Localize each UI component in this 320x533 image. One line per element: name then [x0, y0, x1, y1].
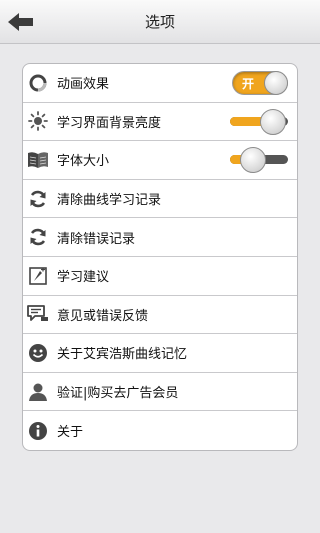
setting-clear-error-records[interactable]: 清除错误记录 [23, 218, 297, 257]
setting-about-ebbinghaus[interactable]: 关于艾宾浩斯曲线记忆 [23, 334, 297, 373]
setting-label: 清除曲线学习记录 [57, 193, 162, 209]
refresh-icon [27, 188, 49, 210]
setting-label: 意见或错误反馈 [57, 308, 149, 324]
sun-icon [27, 110, 49, 132]
setting-label: 关于艾宾浩斯曲线记忆 [57, 347, 188, 363]
setting-clear-curve-records[interactable]: 清除曲线学习记录 [23, 180, 297, 219]
animation-toggle[interactable]: 开 [232, 71, 288, 95]
page-title: 选项 [144, 13, 175, 31]
info-icon [27, 420, 49, 442]
font-size-slider[interactable] [230, 147, 288, 174]
settings-list: 动画效果 开 学习界面背景亮度 字体大小 清除曲线学习记录 清除错误记录 学习建… [22, 63, 298, 451]
setting-study-suggestions[interactable]: 学习建议 [23, 257, 297, 296]
book-icon [27, 149, 49, 171]
brightness-slider[interactable] [230, 108, 288, 135]
setting-label: 学习建议 [57, 270, 110, 286]
setting-label: 验证|购买去广告会员 [57, 386, 179, 402]
refresh-icon [27, 226, 49, 248]
feedback-icon [27, 303, 49, 325]
setting-background-brightness: 学习界面背景亮度 [23, 103, 297, 142]
setting-font-size: 字体大小 [23, 141, 297, 180]
slider-knob[interactable] [260, 108, 287, 135]
setting-about[interactable]: 关于 [23, 411, 297, 450]
setting-label: 字体大小 [57, 154, 110, 170]
slider-knob[interactable] [239, 147, 266, 174]
smiley-icon [27, 342, 49, 364]
toggle-knob [264, 71, 288, 95]
user-icon [27, 381, 49, 403]
toggle-state-text: 开 [242, 77, 255, 91]
setting-label: 关于 [57, 425, 84, 441]
setting-label: 动画效果 [57, 77, 110, 93]
setting-animation-effect: 动画效果 开 [23, 64, 297, 103]
setting-label: 清除错误记录 [57, 231, 136, 247]
setting-label: 学习界面背景亮度 [57, 115, 162, 131]
setting-verify-purchase[interactable]: 验证|购买去广告会员 [23, 373, 297, 412]
setting-feedback[interactable]: 意见或错误反馈 [23, 296, 297, 335]
tips-icon [27, 265, 49, 287]
loading-ring-icon [27, 72, 49, 94]
title-bar: 选项 [0, 0, 320, 44]
